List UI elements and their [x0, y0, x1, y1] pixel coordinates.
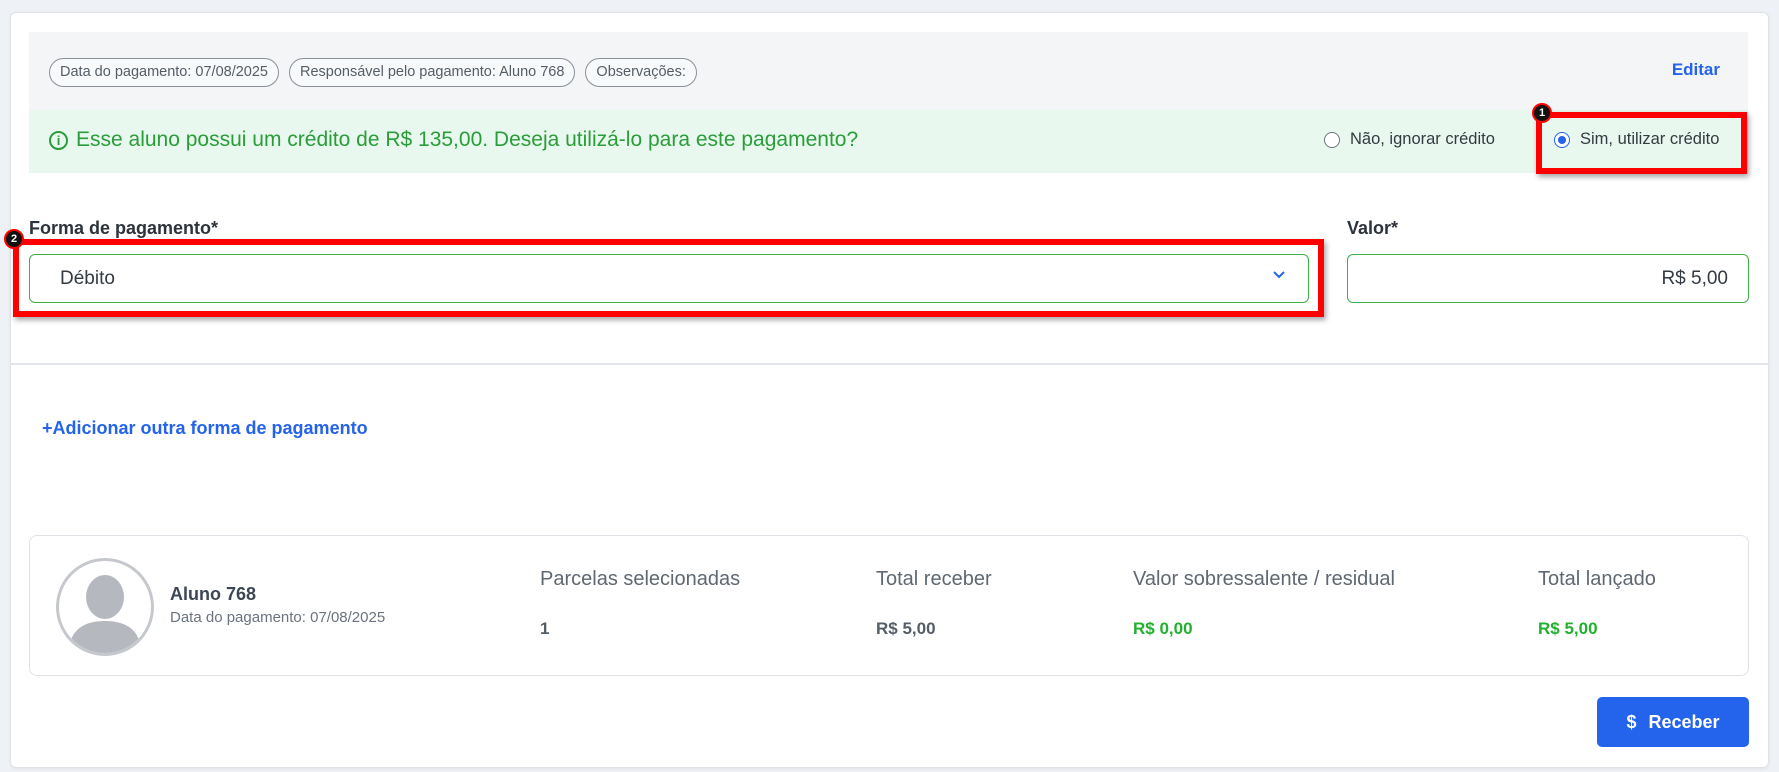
payment-summary-card: Aluno 768 Data do pagamento: 07/08/2025 … [29, 535, 1749, 676]
receive-button-label: Receber [1648, 711, 1720, 732]
total-posted-label: Total lançado [1538, 568, 1656, 590]
credit-message-text: Esse aluno possui um crédito de R$ 135,0… [76, 128, 859, 151]
payer-chip: Responsável pelo pagamento: Aluno 768 [289, 58, 576, 87]
amount-input[interactable] [1347, 254, 1749, 303]
avatar [56, 558, 154, 656]
edit-link[interactable]: Editar [1672, 60, 1720, 80]
payment-info-bar: Data do pagamento: 07/08/2025 Responsáve… [29, 32, 1748, 110]
dollar-icon: $ [1626, 711, 1637, 732]
info-chips: Data do pagamento: 07/08/2025 Responsáve… [49, 58, 697, 87]
radio-ignore-label: Não, ignorar crédito [1350, 130, 1495, 148]
add-payment-method-link[interactable]: +Adicionar outra forma de pagamento [42, 418, 368, 439]
installments-label: Parcelas selecionadas [540, 568, 741, 590]
radio-ignore-credit[interactable]: Não, ignorar crédito [1324, 130, 1495, 149]
payment-method-label: Forma de pagamento* [29, 218, 219, 238]
installments-value: 1 [540, 619, 550, 638]
total-posted-value: R$ 5,00 [1538, 619, 1598, 638]
step-badge-1: 1 [1532, 103, 1552, 123]
student-payment-date: Data do pagamento: 07/08/2025 [170, 609, 386, 626]
radio-ignore-indicator[interactable] [1324, 131, 1340, 148]
plus-icon: + [42, 418, 53, 438]
user-silhouette-icon [69, 575, 141, 653]
section-divider [10, 363, 1769, 365]
total-receive-value: R$ 5,00 [876, 619, 936, 638]
amount-label: Valor* [1347, 218, 1399, 238]
residual-value: R$ 0,00 [1133, 619, 1193, 638]
step-badge-2: 2 [4, 229, 24, 249]
credit-banner: i Esse aluno possui um crédito de R$ 135… [29, 110, 1748, 173]
credit-message: i Esse aluno possui um crédito de R$ 135… [49, 128, 858, 152]
highlight-box-1 [1536, 112, 1747, 174]
total-receive-label: Total receber [876, 568, 992, 590]
notes-chip: Observações: [585, 58, 697, 87]
receive-button[interactable]: $ Receber [1597, 697, 1749, 747]
add-payment-method-label: Adicionar outra forma de pagamento [52, 418, 368, 438]
info-icon: i [49, 130, 68, 150]
highlight-box-2 [13, 239, 1324, 317]
payment-date-chip: Data do pagamento: 07/08/2025 [49, 58, 279, 87]
student-name: Aluno 768 [170, 584, 257, 604]
residual-value-label: Valor sobressalente / residual [1133, 568, 1395, 590]
